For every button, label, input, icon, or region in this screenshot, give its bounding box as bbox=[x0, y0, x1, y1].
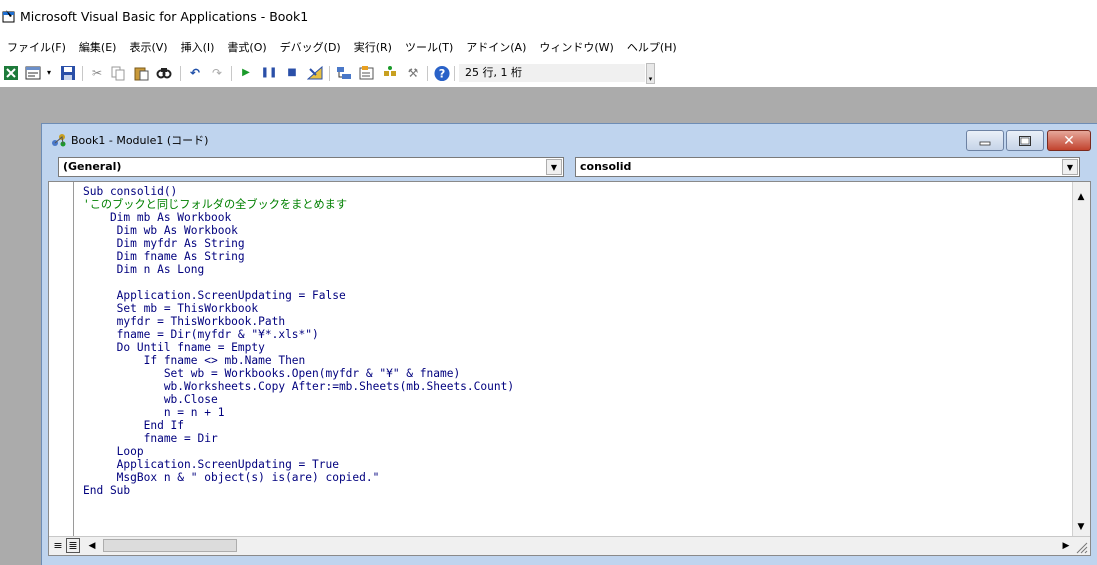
code-line[interactable]: Set mb = ThisWorkbook bbox=[83, 302, 514, 315]
minimize-button[interactable] bbox=[966, 130, 1004, 151]
resize-grip-icon[interactable] bbox=[1074, 540, 1088, 554]
code-line[interactable]: Dim mb As Workbook bbox=[83, 211, 514, 224]
standard-toolbar: ▾ ✂ ↶ ↷ ▶ ❚❚ ■ ⚒ ? 25 行, 1 桁 ▾ bbox=[0, 60, 1097, 87]
break-icon[interactable]: ❚❚ bbox=[261, 65, 278, 81]
menu-item[interactable]: ヘルプ(H) bbox=[620, 39, 683, 55]
menu-bar: ファイル(F) 編集(E) 表示(V) 挿入(I) 書式(O) デバッグ(D) 実行(R) ツ… bbox=[0, 34, 1097, 60]
code-line[interactable]: Dim myfdr As String bbox=[83, 237, 514, 250]
project-explorer-icon[interactable] bbox=[336, 65, 352, 81]
procedure-dropdown-value: consolid bbox=[580, 160, 632, 173]
menu-item[interactable]: ウィンドウ(W) bbox=[532, 39, 619, 55]
code-line[interactable]: Dim wb As Workbook bbox=[83, 224, 514, 237]
code-line[interactable]: fname = Dir(myfdr & "¥*.xls*") bbox=[83, 328, 514, 341]
code-line[interactable]: End If bbox=[83, 419, 514, 432]
scroll-right-icon[interactable]: ▶ bbox=[1059, 538, 1073, 553]
horizontal-scrollbar[interactable]: ≡ ≣ ◀ ▶ bbox=[49, 536, 1090, 555]
code-editor[interactable]: Sub consolid() 'このブックと同じフォルダの全ブックをまとめます D… bbox=[48, 181, 1091, 556]
design-mode-icon[interactable] bbox=[307, 65, 323, 81]
toolbar-separator bbox=[329, 66, 330, 81]
toolbox-icon[interactable]: ⚒ bbox=[405, 65, 421, 81]
vertical-scrollbar[interactable]: ▲ ▼ bbox=[1072, 182, 1090, 537]
scroll-left-icon[interactable]: ◀ bbox=[85, 538, 99, 553]
paste-icon[interactable] bbox=[133, 65, 149, 81]
save-icon[interactable] bbox=[60, 65, 76, 81]
view-excel-icon[interactable] bbox=[3, 65, 19, 81]
scroll-up-icon[interactable]: ▲ bbox=[1073, 188, 1089, 205]
toolbar-separator bbox=[454, 66, 455, 81]
module-icon bbox=[52, 134, 66, 147]
scroll-down-icon[interactable]: ▼ bbox=[1073, 518, 1089, 535]
object-dropdown[interactable]: (General) ▼ bbox=[58, 157, 564, 177]
code-line[interactable]: End Sub bbox=[83, 484, 514, 497]
menu-item[interactable]: ツール(T) bbox=[398, 39, 459, 55]
code-line[interactable]: fname = Dir bbox=[83, 432, 514, 445]
toolbar-options-grip[interactable]: ▾ bbox=[646, 63, 655, 84]
code-line[interactable]: Dim n As Long bbox=[83, 263, 514, 276]
toolbar-separator bbox=[82, 66, 83, 81]
code-window: Book1 - Module1 (コード) ✕ (General) ▼ cons… bbox=[41, 123, 1097, 565]
chevron-down-icon[interactable]: ▼ bbox=[546, 159, 562, 175]
undo-icon[interactable]: ↶ bbox=[187, 65, 203, 81]
maximize-button[interactable] bbox=[1006, 130, 1044, 151]
menu-item[interactable]: デバッグ(D) bbox=[273, 39, 347, 55]
object-browser-icon[interactable] bbox=[382, 65, 398, 81]
full-module-view-icon[interactable]: ≣ bbox=[66, 538, 80, 553]
find-icon[interactable] bbox=[156, 65, 172, 81]
code-line[interactable]: Application.ScreenUpdating = False bbox=[83, 289, 514, 302]
menu-item[interactable]: 表示(V) bbox=[122, 39, 173, 55]
menu-item[interactable]: ファイル(F) bbox=[0, 39, 72, 55]
code-line[interactable]: wb.Worksheets.Copy After:=mb.Sheets(mb.S… bbox=[83, 380, 514, 393]
properties-icon[interactable] bbox=[359, 65, 375, 81]
code-line[interactable]: wb.Close bbox=[83, 393, 514, 406]
code-line[interactable]: Set wb = Workbooks.Open(myfdr & "¥" & fn… bbox=[83, 367, 514, 380]
margin-indicator-bar[interactable] bbox=[49, 182, 74, 537]
code-comment-line[interactable]: 'このブックと同じフォルダの全ブックをまとめます bbox=[83, 198, 514, 211]
procedure-view-icon[interactable]: ≡ bbox=[51, 538, 65, 553]
code-line[interactable]: MsgBox n & " object(s) is(are) copied." bbox=[83, 471, 514, 484]
code-line[interactable]: Loop bbox=[83, 445, 514, 458]
close-icon: ✕ bbox=[1063, 132, 1075, 149]
procedure-dropdown[interactable]: consolid ▼ bbox=[575, 157, 1080, 177]
copy-icon[interactable] bbox=[110, 65, 126, 81]
object-dropdown-value: (General) bbox=[63, 160, 122, 173]
cursor-position-readout: 25 行, 1 桁 bbox=[459, 64, 645, 82]
toolbar-separator bbox=[180, 66, 181, 81]
code-line[interactable]: Sub consolid() bbox=[83, 185, 514, 198]
window-title: Microsoft Visual Basic for Applications … bbox=[20, 9, 309, 24]
code-line[interactable] bbox=[83, 276, 514, 289]
close-button[interactable]: ✕ bbox=[1047, 130, 1091, 151]
svg-text:?: ? bbox=[439, 67, 446, 80]
code-line[interactable]: myfdr = ThisWorkbook.Path bbox=[83, 315, 514, 328]
menu-item[interactable]: 書式(O) bbox=[220, 39, 272, 55]
code-line[interactable]: Do Until fname = Empty bbox=[83, 341, 514, 354]
vba-app-icon bbox=[2, 10, 15, 23]
toolbar-separator bbox=[231, 66, 232, 81]
insert-module-icon[interactable] bbox=[25, 65, 41, 81]
redo-icon[interactable]: ↷ bbox=[209, 65, 225, 81]
menu-item[interactable]: 挿入(I) bbox=[174, 39, 221, 55]
cut-icon[interactable]: ✂ bbox=[89, 65, 105, 81]
menu-item[interactable]: 編集(E) bbox=[72, 39, 123, 55]
menu-item[interactable]: 実行(R) bbox=[347, 39, 398, 55]
code-line[interactable]: n = n + 1 bbox=[83, 406, 514, 419]
reset-icon[interactable]: ■ bbox=[284, 65, 300, 81]
chevron-down-icon[interactable]: ▼ bbox=[1062, 159, 1078, 175]
chevron-down-icon[interactable]: ▾ bbox=[41, 65, 57, 81]
code-text[interactable]: Sub consolid() 'このブックと同じフォルダの全ブックをまとめます D… bbox=[83, 185, 514, 497]
code-line[interactable]: Application.ScreenUpdating = True bbox=[83, 458, 514, 471]
help-icon[interactable]: ? bbox=[434, 65, 450, 81]
title-bar: Microsoft Visual Basic for Applications … bbox=[0, 0, 1097, 34]
menu-item[interactable]: アドイン(A) bbox=[459, 39, 532, 55]
code-line[interactable]: Dim fname As String bbox=[83, 250, 514, 263]
code-line[interactable]: If fname <> mb.Name Then bbox=[83, 354, 514, 367]
run-icon[interactable]: ▶ bbox=[238, 65, 254, 81]
horizontal-scroll-thumb[interactable] bbox=[103, 539, 237, 552]
code-window-title: Book1 - Module1 (コード) bbox=[71, 134, 209, 147]
toolbar-separator bbox=[427, 66, 428, 81]
